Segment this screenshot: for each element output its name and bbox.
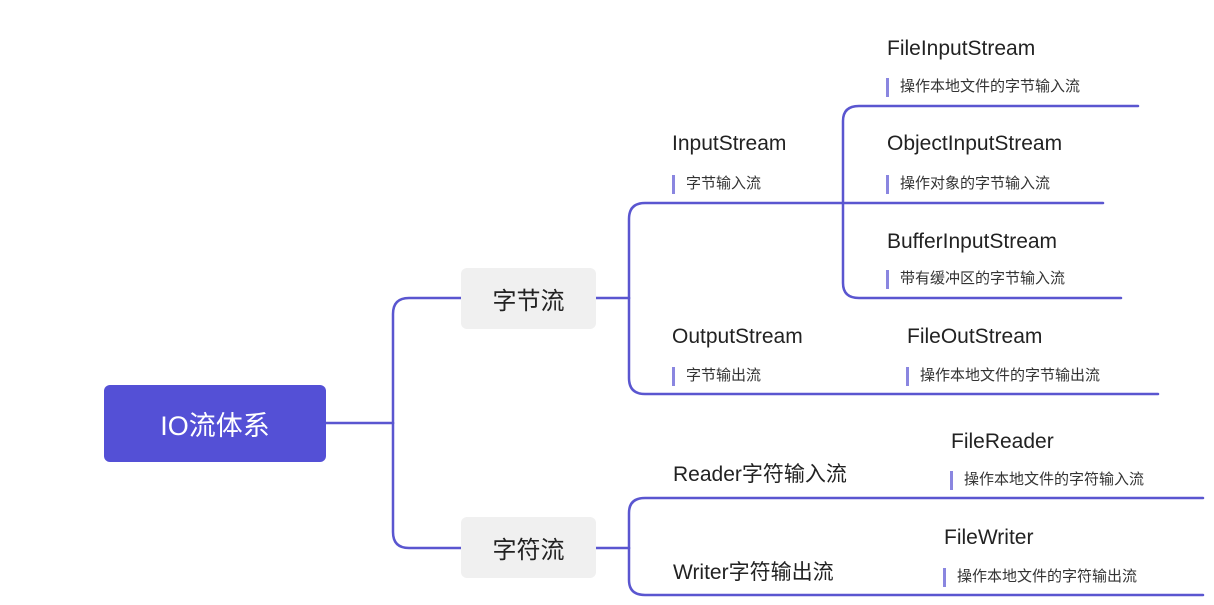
output-stream-title[interactable]: OutputStream — [672, 326, 803, 347]
branch-byte-stream-label: 字节流 — [492, 288, 565, 315]
connector-char-to-reader — [627, 496, 1205, 550]
output-stream-note: 字节输出流 — [672, 366, 761, 386]
connector-byte-to-input — [627, 201, 845, 300]
connector-root-to-byte — [391, 296, 463, 425]
file-reader-title[interactable]: FileReader — [951, 431, 1054, 452]
object-input-stream-title[interactable]: ObjectInputStream — [887, 133, 1062, 154]
root-node[interactable]: IO流体系 — [104, 385, 326, 462]
input-stream-note: 字节输入流 — [672, 174, 761, 194]
branch-byte-stream[interactable]: 字节流 — [461, 268, 596, 329]
file-out-stream-title[interactable]: FileOutStream — [907, 326, 1042, 347]
file-writer-note: 操作本地文件的字符输出流 — [943, 567, 1137, 587]
branch-char-stream-label: 字符流 — [492, 537, 565, 564]
buffer-input-stream-note: 带有缓冲区的字节输入流 — [886, 269, 1065, 289]
file-input-stream-note: 操作本地文件的字节输入流 — [886, 77, 1080, 97]
file-reader-note: 操作本地文件的字符输入流 — [950, 470, 1144, 490]
file-out-stream-note: 操作本地文件的字节输出流 — [906, 366, 1100, 386]
file-writer-title[interactable]: FileWriter — [944, 527, 1033, 548]
file-input-stream-title[interactable]: FileInputStream — [887, 38, 1035, 59]
connector-root-to-char — [391, 421, 463, 550]
buffer-input-stream-title[interactable]: BufferInputStream — [887, 231, 1057, 252]
branch-char-stream[interactable]: 字符流 — [461, 517, 596, 578]
writer-title[interactable]: Writer字符输出流 — [673, 562, 834, 583]
input-stream-title[interactable]: InputStream — [672, 133, 786, 154]
root-label: IO流体系 — [160, 411, 270, 441]
object-input-stream-note: 操作对象的字节输入流 — [886, 174, 1050, 194]
reader-title[interactable]: Reader字符输入流 — [673, 464, 847, 485]
